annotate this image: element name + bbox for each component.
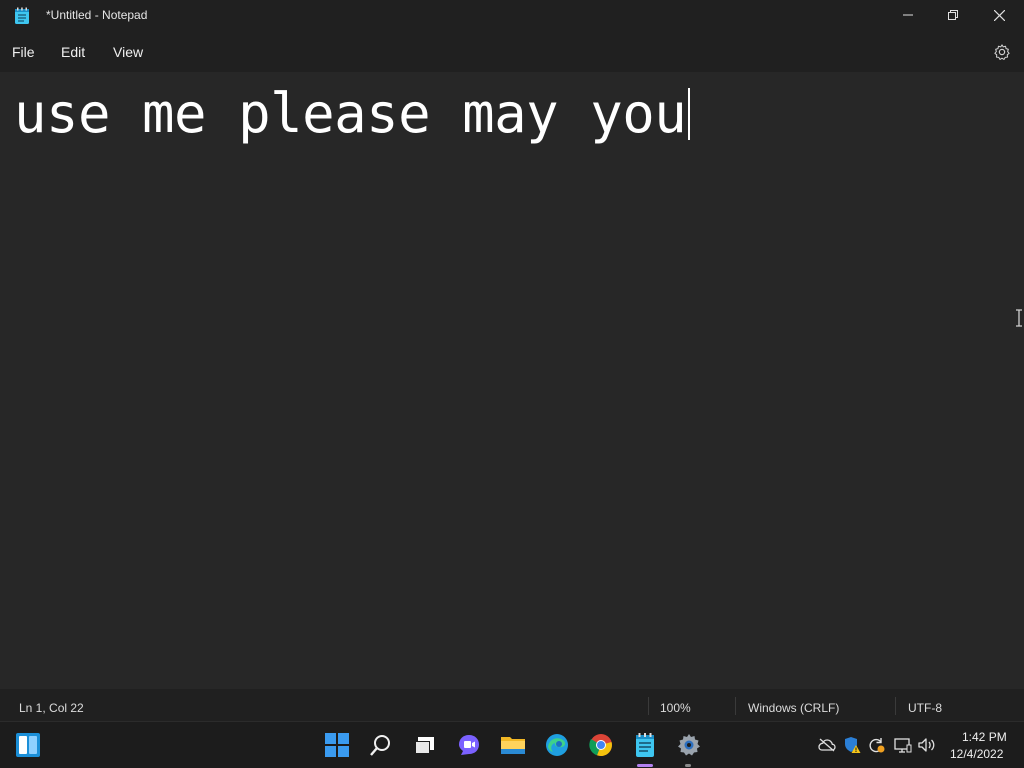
edge-button[interactable]	[544, 732, 570, 758]
line-ending: Windows (CRLF)	[748, 701, 840, 715]
start-icon	[325, 733, 349, 757]
settings-taskbar-button[interactable]	[676, 732, 702, 758]
sync-icon	[869, 738, 885, 753]
notepad-icon	[636, 733, 654, 757]
close-button[interactable]	[976, 0, 1022, 30]
sync-tray[interactable]	[867, 736, 885, 754]
onedrive-offline-icon	[818, 738, 836, 752]
menu-view[interactable]: View	[113, 44, 143, 60]
status-bar: Ln 1, Col 22 100% Windows (CRLF) UTF-8	[0, 689, 1024, 721]
encoding: UTF-8	[908, 701, 942, 715]
task-view-button[interactable]	[412, 732, 438, 758]
text-editor[interactable]: use me please may you	[0, 72, 1024, 689]
minimize-button[interactable]	[885, 0, 931, 30]
menu-edit[interactable]: Edit	[61, 44, 85, 60]
taskbar: 1:42 PM 12/4/2022	[0, 721, 1024, 768]
minimize-icon	[903, 14, 913, 16]
file-explorer-button[interactable]	[500, 732, 526, 758]
settings-icon	[678, 734, 700, 756]
active-app-indicator	[637, 764, 653, 767]
widgets-button[interactable]	[15, 732, 41, 758]
notepad-taskbar-button[interactable]	[632, 732, 658, 758]
security-warning-icon	[845, 737, 861, 753]
status-divider	[895, 697, 896, 715]
chat-button[interactable]	[456, 732, 482, 758]
chat-icon	[459, 735, 479, 755]
chrome-icon	[589, 734, 612, 757]
volume-tray[interactable]	[918, 736, 936, 754]
restore-icon	[948, 10, 958, 20]
close-icon	[993, 9, 1005, 21]
running-app-indicator	[685, 764, 691, 767]
editor-text-line: use me please may you	[14, 84, 690, 144]
status-divider	[648, 697, 649, 715]
notepad-app-icon	[15, 7, 29, 24]
start-button[interactable]	[324, 732, 350, 758]
network-icon	[894, 738, 912, 753]
network-tray[interactable]	[894, 736, 912, 754]
chrome-button[interactable]	[588, 732, 614, 758]
widgets-icon	[16, 733, 40, 757]
text-caret	[688, 88, 690, 140]
task-view-icon	[415, 737, 434, 754]
editor-content: use me please may you	[14, 82, 687, 145]
settings-gear-icon[interactable]	[993, 43, 1011, 61]
file-explorer-icon	[501, 737, 525, 754]
menu-file[interactable]: File	[12, 44, 35, 60]
volume-icon	[918, 738, 935, 752]
window-title: *Untitled - Notepad	[46, 8, 148, 22]
search-icon	[370, 735, 390, 756]
status-divider	[735, 697, 736, 715]
ibeam-cursor-icon	[1016, 309, 1022, 327]
cursor-position: Ln 1, Col 22	[19, 701, 84, 715]
title-bar[interactable]: *Untitled - Notepad	[0, 0, 1024, 32]
onedrive-tray[interactable]	[818, 736, 836, 754]
search-button[interactable]	[368, 732, 394, 758]
edge-icon	[546, 734, 568, 756]
security-tray[interactable]	[843, 736, 861, 754]
zoom-level: 100%	[660, 701, 691, 715]
clock-date: 12/4/2022	[950, 747, 1004, 761]
menu-bar: File Edit View	[0, 32, 1024, 72]
restore-button[interactable]	[930, 0, 976, 30]
clock-time: 1:42 PM	[962, 730, 1007, 744]
